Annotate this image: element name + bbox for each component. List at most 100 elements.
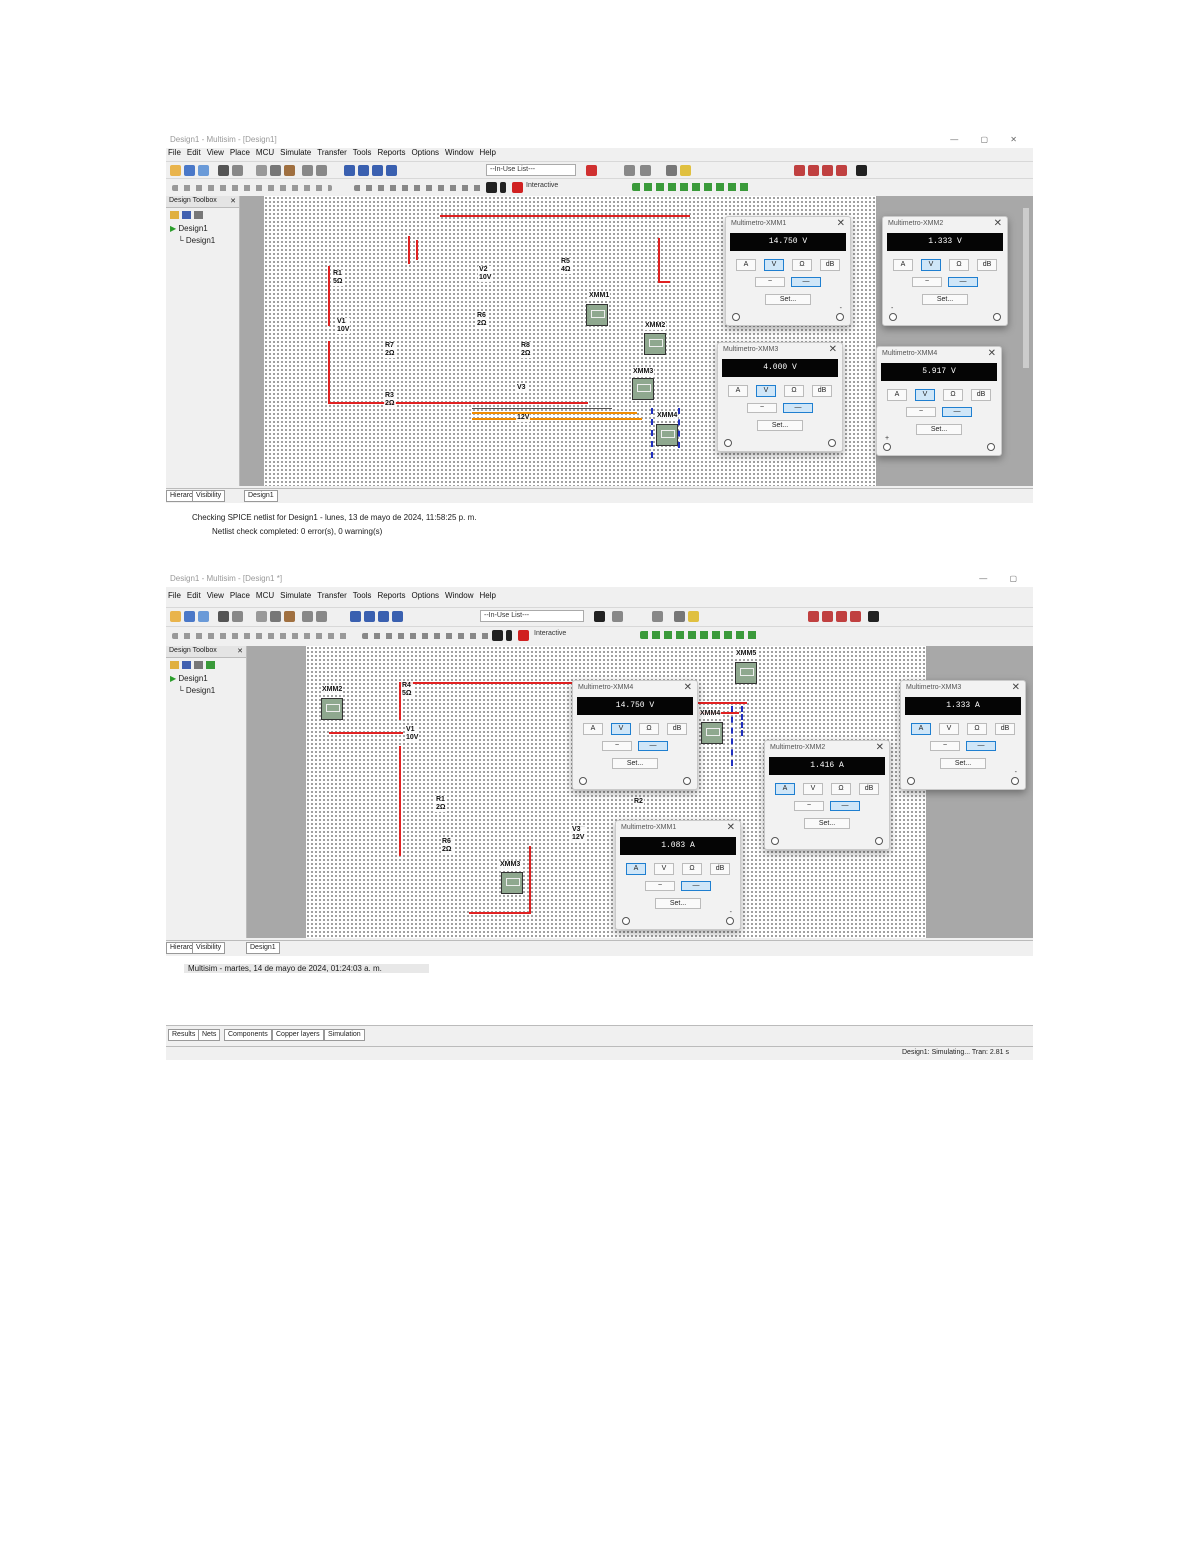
- decibel-mode-button[interactable]: dB: [812, 385, 832, 397]
- copy-icon[interactable]: [270, 611, 281, 622]
- forward-annotate-icon[interactable]: [652, 611, 663, 622]
- in-use-list-select[interactable]: --In-Use List---: [480, 610, 584, 622]
- undo-icon[interactable]: [302, 611, 313, 622]
- negative-terminal[interactable]: [836, 313, 844, 321]
- interactive-mode-label[interactable]: Interactive: [534, 630, 566, 637]
- set-button[interactable]: Set...: [757, 420, 803, 431]
- battery-v3[interactable]: V3: [516, 384, 527, 392]
- ac-button[interactable]: ~: [912, 277, 942, 287]
- ammeter-mode-button[interactable]: A: [728, 385, 748, 397]
- ammeter-mode-button[interactable]: A: [583, 723, 603, 735]
- decibel-mode-button[interactable]: dB: [820, 259, 840, 271]
- voltmeter-mode-button[interactable]: V: [764, 259, 784, 271]
- menu-tools[interactable]: Tools: [353, 591, 372, 600]
- back-annotate-icon[interactable]: [624, 165, 635, 176]
- voltmeter-mode-button[interactable]: V: [803, 783, 823, 795]
- ohmmeter-mode-button[interactable]: Ω: [967, 723, 987, 735]
- resistor-r2[interactable]: R2: [633, 798, 644, 806]
- multimeter-xmm4-icon[interactable]: [656, 424, 678, 446]
- menu-reports[interactable]: Reports: [377, 148, 405, 157]
- resistor-r1[interactable]: R1 2Ω: [435, 796, 447, 812]
- set-button[interactable]: Set...: [655, 898, 701, 909]
- menu-view[interactable]: View: [207, 591, 224, 600]
- menu-simulate[interactable]: Simulate: [280, 591, 311, 600]
- menu-view[interactable]: View: [207, 148, 224, 157]
- tree-item-design1-sheet[interactable]: └ Design1: [170, 685, 242, 697]
- dc-button[interactable]: —: [830, 801, 860, 811]
- close-icon[interactable]: ✕: [684, 682, 692, 693]
- resistor-r8[interactable]: R8 2Ω: [520, 342, 532, 358]
- multimeter-xmm2-icon[interactable]: [321, 698, 343, 720]
- components-icon-strip[interactable]: [172, 185, 332, 191]
- measurement-icon-strip[interactable]: [354, 185, 484, 191]
- negative-terminal[interactable]: [987, 443, 995, 451]
- schematic-view-icon[interactable]: [344, 165, 355, 176]
- breadboard-icon[interactable]: [386, 165, 397, 176]
- delete-icon[interactable]: [194, 661, 203, 669]
- pause-icon[interactable]: [506, 630, 512, 641]
- redo-icon[interactable]: [316, 165, 327, 176]
- tab-visibility[interactable]: Visibility: [192, 942, 226, 954]
- multimeter-window[interactable]: Multimetro-XMM3 ✕ 1.333 A A V Ω dB ~ — Se…: [900, 680, 1026, 790]
- undo-icon[interactable]: [302, 165, 313, 176]
- ac-button[interactable]: ~: [747, 403, 777, 413]
- instruments-icon-strip[interactable]: [640, 631, 760, 639]
- ac-button[interactable]: ~: [645, 881, 675, 891]
- close-icon[interactable]: ✕: [230, 197, 236, 205]
- resistor-r5[interactable]: R5 4Ω: [560, 258, 572, 274]
- negative-terminal[interactable]: [828, 439, 836, 447]
- multimeter-window[interactable]: Multimetro-XMM3 ✕ 4.000 V A V Ω dB ~ — Se…: [717, 342, 843, 452]
- multimeter-xmm4-icon[interactable]: [701, 722, 723, 744]
- new-icon[interactable]: [170, 165, 181, 176]
- tab-design1[interactable]: Design1: [244, 490, 278, 502]
- components-icon-strip[interactable]: [172, 633, 352, 639]
- positive-terminal[interactable]: [771, 837, 779, 845]
- measurement-icon-strip[interactable]: [362, 633, 492, 639]
- expand-icon[interactable]: ▶: [170, 674, 176, 683]
- zoom-in-icon[interactable]: [808, 611, 819, 622]
- set-button[interactable]: Set...: [940, 758, 986, 769]
- ammeter-mode-button[interactable]: A: [911, 723, 931, 735]
- zoom-out-icon[interactable]: [822, 611, 833, 622]
- decibel-mode-button[interactable]: dB: [971, 389, 991, 401]
- menu-simulate[interactable]: Simulate: [280, 148, 311, 157]
- folder-icon[interactable]: [170, 661, 179, 669]
- zoom-sheet-icon[interactable]: [836, 165, 847, 176]
- grapher-icon[interactable]: [364, 611, 375, 622]
- schematic-view-icon[interactable]: [350, 611, 361, 622]
- voltmeter-mode-button[interactable]: V: [756, 385, 776, 397]
- copy-icon[interactable]: [270, 165, 281, 176]
- ohmmeter-mode-button[interactable]: Ω: [831, 783, 851, 795]
- voltmeter-mode-button[interactable]: V: [611, 723, 631, 735]
- toggle-icon[interactable]: [206, 661, 215, 669]
- voltmeter-mode-button[interactable]: V: [921, 259, 941, 271]
- grapher-icon[interactable]: [358, 165, 369, 176]
- close-icon[interactable]: ✕: [1012, 682, 1020, 693]
- ohmmeter-mode-button[interactable]: Ω: [943, 389, 963, 401]
- menu-tools[interactable]: Tools: [353, 148, 372, 157]
- full-screen-icon[interactable]: [868, 611, 879, 622]
- close-icon[interactable]: ✕: [994, 218, 1002, 229]
- multimeter-window[interactable]: Multimetro-XMM2 ✕ 1.333 V A V Ω dB ~ — Se…: [882, 216, 1008, 326]
- postprocessor-icon[interactable]: [378, 611, 389, 622]
- ammeter-mode-button[interactable]: A: [893, 259, 913, 271]
- resistor-r1[interactable]: R1 5Ω: [332, 270, 344, 286]
- new-icon[interactable]: [170, 611, 181, 622]
- tree-item-design1[interactable]: ▶ Design1: [170, 223, 235, 235]
- negative-terminal[interactable]: [875, 837, 883, 845]
- menu-options[interactable]: Options: [411, 591, 439, 600]
- redo-icon[interactable]: [316, 611, 327, 622]
- menu-options[interactable]: Options: [411, 148, 439, 157]
- instruments-icon-strip[interactable]: [632, 183, 752, 191]
- positive-terminal[interactable]: [724, 439, 732, 447]
- set-button[interactable]: Set...: [612, 758, 658, 769]
- ammeter-mode-button[interactable]: A: [775, 783, 795, 795]
- pause-icon[interactable]: [500, 182, 506, 193]
- paste-icon[interactable]: [284, 165, 295, 176]
- decibel-mode-button[interactable]: dB: [995, 723, 1015, 735]
- close-icon[interactable]: ✕: [237, 647, 243, 655]
- dc-button[interactable]: —: [791, 277, 821, 287]
- multimeter-xmm3-icon[interactable]: [632, 378, 654, 400]
- menu-edit[interactable]: Edit: [187, 148, 201, 157]
- find-icon[interactable]: [674, 611, 685, 622]
